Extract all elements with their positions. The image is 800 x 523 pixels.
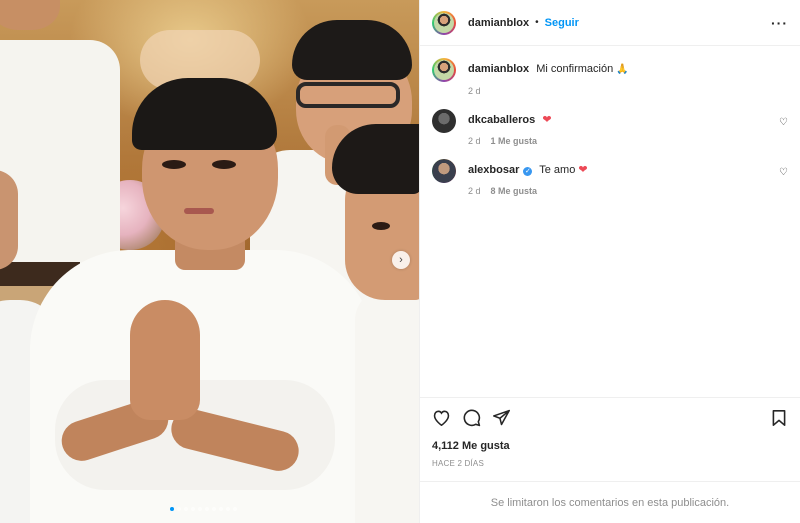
carousel-next-button[interactable]: ›	[392, 251, 410, 269]
photo-glasses	[296, 82, 400, 108]
comments-disabled-notice: Se limitaron los comentarios en esta pub…	[420, 481, 800, 523]
carousel-indicator	[170, 507, 237, 511]
caption-text: Mi confirmación	[536, 63, 614, 75]
more-options-icon[interactable]: ···	[771, 15, 788, 31]
likes-count[interactable]: 4,112 Me gusta	[420, 437, 800, 455]
comment-username[interactable]: alexbosar	[468, 164, 519, 176]
carousel-dot	[177, 507, 181, 511]
photo-left-boy-shirt	[0, 40, 120, 270]
photo-main-boy-eye-right	[212, 160, 236, 169]
header-separator: •	[535, 17, 539, 28]
praying-hands-emoji: 🙏	[616, 64, 629, 75]
commenter-avatar[interactable]	[432, 159, 456, 183]
post-timestamp[interactable]: HACE 2 DÍAS	[420, 455, 800, 481]
red-heart-emoji: ❤	[578, 164, 588, 176]
photo-edge-boy-head	[0, 170, 18, 270]
heart-icon[interactable]	[430, 407, 452, 429]
red-heart-emoji: ❤	[542, 114, 552, 126]
share-icon[interactable]	[490, 407, 512, 429]
bookmark-icon[interactable]	[768, 407, 790, 429]
commenter-avatar[interactable]	[432, 109, 456, 133]
post-header: damianblox • Seguir ···	[420, 0, 800, 46]
photo-right-boy-shirt	[355, 290, 419, 523]
comment-time[interactable]: 2 d	[468, 136, 481, 146]
carousel-dot	[184, 507, 188, 511]
caption: damianblox Mi confirmación 🙏 2 d	[432, 58, 788, 96]
carousel-dot	[191, 507, 195, 511]
post-side-panel: damianblox • Seguir ··· damianblox Mi co…	[419, 0, 800, 523]
carousel-dot	[233, 507, 237, 511]
photo-main-boy-hair	[132, 78, 277, 150]
carousel-dot	[170, 507, 174, 511]
comment-like-heart-icon[interactable]: ♡	[779, 167, 788, 178]
verified-badge-icon: ✓	[523, 167, 533, 176]
comment-item: dkcaballeros ❤ 2 d 1 Me gusta ♡	[432, 109, 788, 146]
comment-like-heart-icon[interactable]: ♡	[779, 117, 788, 128]
comment-text: Te amo	[539, 164, 576, 176]
carousel-dot	[205, 507, 209, 511]
comment-username[interactable]: dkcaballeros	[468, 114, 535, 126]
author-username[interactable]: damianblox	[468, 17, 529, 29]
photo-main-boy-praying-hands	[130, 300, 200, 420]
carousel-dot	[219, 507, 223, 511]
carousel-dot	[226, 507, 230, 511]
post-photo[interactable]: ›	[0, 0, 419, 523]
comment-likes[interactable]: 8 Me gusta	[491, 186, 538, 196]
comment-icon[interactable]	[460, 407, 482, 429]
instagram-post-modal: › damianblox • Seguir ··· damianblox Mi …	[0, 0, 800, 523]
photo-left-boy-head	[0, 0, 60, 30]
author-avatar[interactable]	[432, 10, 456, 35]
follow-button[interactable]: Seguir	[545, 17, 579, 29]
comments-list: damianblox Mi confirmación 🙏 2 d dkcabal…	[420, 46, 800, 397]
photo-main-boy-eye-left	[162, 160, 186, 169]
caption-time[interactable]: 2 d	[468, 86, 481, 96]
photo-glasses-boy-hair	[292, 20, 412, 80]
photo-main-boy-mouth	[184, 208, 214, 214]
photo-right-boy-eye	[372, 222, 390, 230]
caption-username[interactable]: damianblox	[468, 63, 529, 75]
comment-time[interactable]: 2 d	[468, 186, 481, 196]
caption-avatar[interactable]	[432, 58, 456, 82]
carousel-dot	[198, 507, 202, 511]
chevron-right-icon: ›	[399, 254, 403, 266]
comment-item: alexbosar ✓ Te amo ❤ 2 d 8 Me gusta ♡	[432, 159, 788, 196]
post-actions	[420, 397, 800, 437]
carousel-dot	[212, 507, 216, 511]
comment-likes[interactable]: 1 Me gusta	[491, 136, 538, 146]
